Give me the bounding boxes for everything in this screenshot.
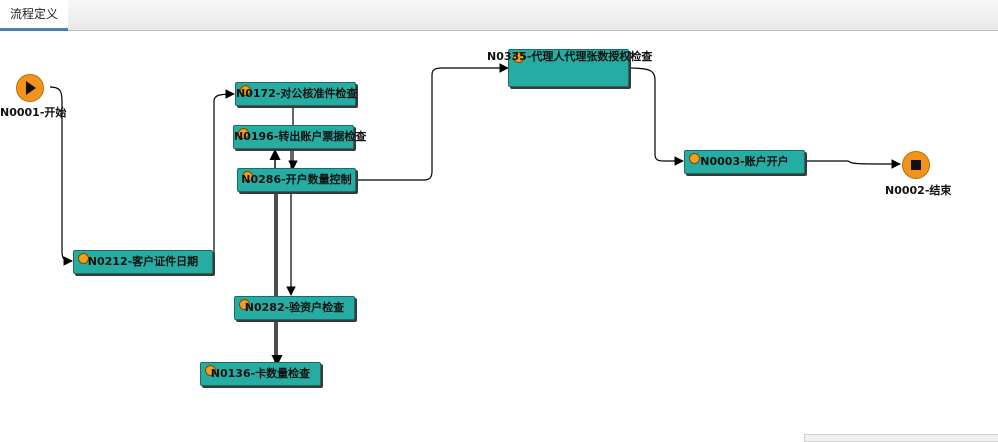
task-n0335[interactable]: N0335-代理人代理张数授权检查 [487, 49, 652, 87]
task-n0196[interactable]: N0196-转出账户票据检查 [233, 125, 366, 149]
tab-process-definition[interactable]: 流程定义 [0, 0, 68, 31]
task-label: N0212-客户证件日期 [87, 255, 199, 268]
task-n0286[interactable]: N0286-开户数量控制 [237, 168, 356, 192]
edge-n0003-to-end [803, 159, 901, 169]
task-label: N0286-开户数量控制 [241, 173, 352, 186]
task-label: N0335-代理人代理张数授权检查 [487, 50, 653, 63]
task-n0003[interactable]: N0003-账户开户 [684, 150, 805, 174]
start-event[interactable] [16, 74, 44, 102]
task-n0282[interactable]: N0282-验资户检查 [234, 296, 355, 320]
edge-n0212-to-n0172 [211, 89, 235, 262]
task-n0136[interactable]: N0136-卡数量检查 [200, 362, 321, 386]
task-label: N0282-验资户检查 [244, 301, 345, 314]
diagram-canvas: N0001-开始 N0002-结束 N0212-客户证件日期 N0172-对公核… [0, 31, 998, 440]
tab-bar: 流程定义 [0, 0, 998, 31]
task-label: N0136-卡数量检查 [210, 367, 311, 380]
task-n0212[interactable]: N0212-客户证件日期 [73, 250, 213, 274]
edges-layer [49, 63, 901, 367]
edge-n0286-to-n0335 [354, 63, 509, 181]
task-label: N0003-账户开户 [700, 155, 789, 168]
end-event-label: N0002-结束 [885, 184, 952, 197]
play-icon [26, 81, 36, 95]
stop-icon [911, 160, 921, 170]
end-event[interactable] [902, 151, 930, 179]
horizontal-scrollbar[interactable] [804, 434, 998, 442]
task-icon [689, 153, 700, 164]
edge-n0335-to-n0003 [626, 67, 684, 166]
task-label: N0172-对公核准件检查 [236, 87, 358, 100]
task-label: N0196-转出账户票据检查 [234, 130, 367, 143]
start-event-label: N0001-开始 [0, 106, 67, 119]
task-n0172[interactable]: N0172-对公核准件检查 [235, 82, 358, 106]
